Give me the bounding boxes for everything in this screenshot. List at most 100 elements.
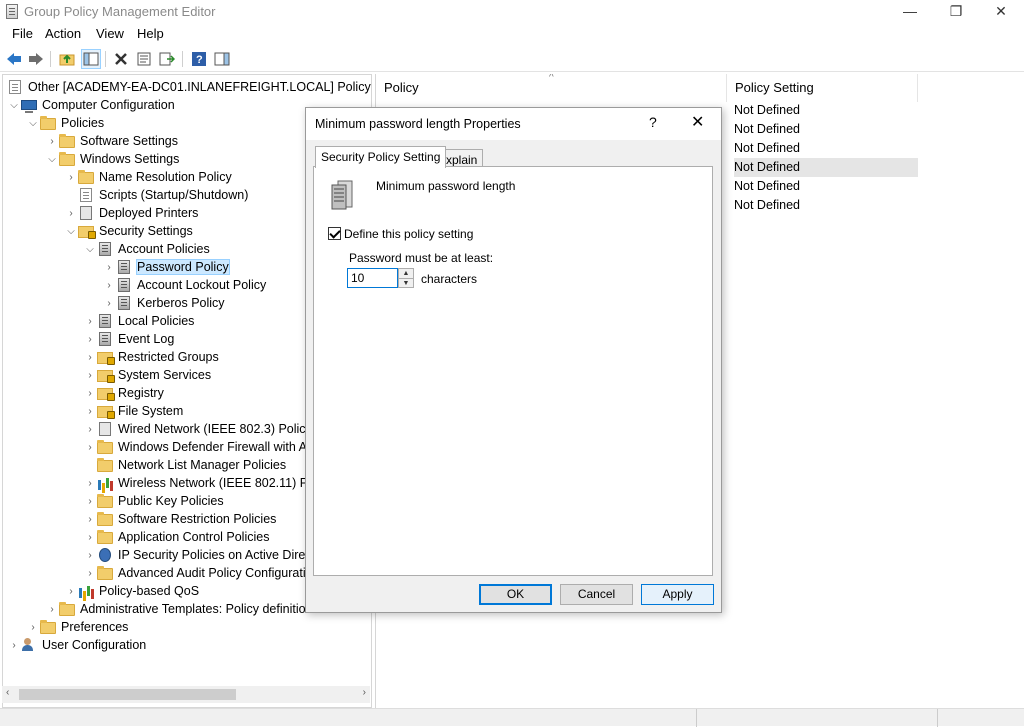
up-folder-icon[interactable] xyxy=(57,49,77,69)
chevron-right-icon[interactable]: › xyxy=(83,316,97,327)
tree-item-software-settings[interactable]: › Software Settings xyxy=(45,132,178,150)
tree-item-account-lockout-policy[interactable]: › Account Lockout Policy xyxy=(102,276,266,294)
tree-item-ip-security[interactable]: › IP Security Policies on Active Direct xyxy=(83,546,315,564)
chevron-right-icon[interactable]: › xyxy=(83,568,97,579)
properties-icon[interactable] xyxy=(134,49,154,69)
maximize-button[interactable]: ❐ xyxy=(933,0,979,24)
forward-icon[interactable] xyxy=(26,49,46,69)
tree-horizontal-scrollbar[interactable]: ‹ › xyxy=(2,686,370,703)
chevron-down-icon[interactable]: ⌵ xyxy=(64,226,78,237)
tree-item-security-settings[interactable]: ⌵ Security Settings xyxy=(64,222,193,240)
show-hide-tree-icon[interactable] xyxy=(81,49,101,69)
tree-item-advanced-audit[interactable]: › Advanced Audit Policy Configurati xyxy=(83,564,306,582)
scroll-right-icon[interactable]: › xyxy=(363,687,366,698)
tree-item-name-resolution-policy[interactable]: › Name Resolution Policy xyxy=(64,168,232,186)
list-item-setting[interactable]: Not Defined xyxy=(734,101,918,120)
password-length-input[interactable]: 10 xyxy=(347,268,398,288)
tree-item-policy-qos[interactable]: › Policy-based QoS xyxy=(64,582,199,600)
chevron-right-icon[interactable]: › xyxy=(83,550,97,561)
tree-item-account-policies[interactable]: ⌵ Account Policies xyxy=(83,240,210,258)
chevron-right-icon[interactable]: › xyxy=(83,424,97,435)
scrollbar-thumb[interactable] xyxy=(19,689,236,700)
chevron-right-icon[interactable]: › xyxy=(102,280,116,291)
dialog-close-button[interactable]: ✕ xyxy=(691,112,704,132)
chevron-right-icon[interactable]: › xyxy=(83,442,97,453)
spin-up-icon[interactable]: ▲ xyxy=(399,269,413,278)
password-length-stepper[interactable]: ▲ ▼ xyxy=(398,268,414,288)
menu-help[interactable]: Help xyxy=(137,26,164,41)
chevron-right-icon[interactable]: › xyxy=(83,370,97,381)
tree-item-password-policy[interactable]: › Password Policy xyxy=(102,258,230,276)
list-item-setting[interactable]: Not Defined xyxy=(734,177,918,196)
delete-icon[interactable] xyxy=(111,49,131,69)
tree-item-preferences[interactable]: › Preferences xyxy=(26,618,128,636)
menu-action[interactable]: Action xyxy=(45,26,81,41)
chevron-right-icon[interactable]: › xyxy=(26,622,40,633)
tree-item-computer-configuration[interactable]: ⌵ Computer Configuration xyxy=(7,96,175,114)
chevron-right-icon[interactable]: › xyxy=(64,208,78,219)
chevron-right-icon[interactable]: › xyxy=(102,298,116,309)
tree-item-application-control[interactable]: › Application Control Policies xyxy=(83,528,269,546)
tree-item-windows-defender-firewall[interactable]: › Windows Defender Firewall with Ad xyxy=(83,438,314,456)
spin-down-icon[interactable]: ▼ xyxy=(399,278,413,287)
chevron-right-icon[interactable]: › xyxy=(102,262,116,273)
show-action-pane-icon[interactable] xyxy=(212,49,232,69)
column-header-policy-setting[interactable]: Policy Setting xyxy=(727,74,918,102)
tree-item-public-key-policies[interactable]: › Public Key Policies xyxy=(83,492,224,510)
chevron-right-icon[interactable]: › xyxy=(83,478,97,489)
tree-item-software-restriction[interactable]: › Software Restriction Policies xyxy=(83,510,276,528)
tree-item-local-policies[interactable]: › Local Policies xyxy=(83,312,194,330)
menu-file[interactable]: File xyxy=(12,26,33,41)
tree-item-restricted-groups[interactable]: › Restricted Groups xyxy=(83,348,219,366)
chevron-right-icon[interactable]: › xyxy=(83,514,97,525)
tree-item-network-list-manager[interactable]: Network List Manager Policies xyxy=(83,456,286,474)
ok-button[interactable]: OK xyxy=(479,584,552,605)
menu-view[interactable]: View xyxy=(96,26,124,41)
list-item-setting[interactable]: Not Defined xyxy=(734,196,918,215)
tree-item-wireless-network[interactable]: › Wireless Network (IEEE 802.11) Poli xyxy=(83,474,321,492)
list-item-setting[interactable]: Not Defined xyxy=(734,139,918,158)
folder-icon xyxy=(97,494,113,508)
chevron-right-icon[interactable]: › xyxy=(83,406,97,417)
tree-item-admin-templates[interactable]: › Administrative Templates: Policy defin… xyxy=(45,600,313,618)
scroll-left-icon[interactable]: ‹ xyxy=(6,687,9,698)
back-icon[interactable] xyxy=(4,49,24,69)
chevron-down-icon[interactable]: ⌵ xyxy=(45,154,59,165)
tree-item-kerberos-policy[interactable]: › Kerberos Policy xyxy=(102,294,225,312)
chevron-right-icon[interactable]: › xyxy=(7,640,21,651)
tree-item-windows-settings[interactable]: ⌵ Windows Settings xyxy=(45,150,179,168)
list-item-setting[interactable]: Not Defined xyxy=(734,120,918,139)
tab-security-policy-setting[interactable]: Security Policy Setting xyxy=(315,146,447,168)
chevron-right-icon[interactable]: › xyxy=(45,604,59,615)
chevron-right-icon[interactable]: › xyxy=(83,532,97,543)
cancel-button[interactable]: Cancel xyxy=(560,584,633,605)
tree-item-user-configuration[interactable]: › User Configuration xyxy=(7,636,146,654)
export-list-icon[interactable] xyxy=(157,49,177,69)
chevron-right-icon[interactable]: › xyxy=(83,334,97,345)
tree-item-registry[interactable]: › Registry xyxy=(83,384,164,402)
tree-item-root[interactable]: Other [ACADEMY-EA-DC01.INLANEFREIGHT.LOC… xyxy=(7,78,371,96)
tree-item-deployed-printers[interactable]: › Deployed Printers xyxy=(64,204,198,222)
define-policy-checkbox[interactable] xyxy=(328,227,341,240)
tree-item-scripts[interactable]: Scripts (Startup/Shutdown) xyxy=(64,186,248,204)
chevron-right-icon[interactable]: › xyxy=(64,172,78,183)
chevron-right-icon[interactable]: › xyxy=(45,136,59,147)
chevron-right-icon[interactable]: › xyxy=(64,586,78,597)
minimize-button[interactable]: — xyxy=(887,0,933,24)
chevron-right-icon[interactable]: › xyxy=(83,496,97,507)
dialog-help-button[interactable]: ? xyxy=(649,114,657,130)
tree-item-file-system[interactable]: › File System xyxy=(83,402,183,420)
chevron-down-icon[interactable]: ⌵ xyxy=(7,100,21,111)
chevron-down-icon[interactable]: ⌵ xyxy=(26,118,40,129)
help-icon[interactable]: ? xyxy=(189,49,209,69)
tree-item-wired-network[interactable]: › Wired Network (IEEE 802.3) Policies xyxy=(83,420,322,438)
chevron-right-icon[interactable]: › xyxy=(83,388,97,399)
list-item-setting[interactable]: Not Defined xyxy=(734,158,918,177)
chevron-down-icon[interactable]: ⌵ xyxy=(83,244,97,255)
chevron-right-icon[interactable]: › xyxy=(83,352,97,363)
close-button[interactable]: ✕ xyxy=(978,0,1024,24)
tree-item-event-log[interactable]: › Event Log xyxy=(83,330,174,348)
tree-item-system-services[interactable]: › System Services xyxy=(83,366,211,384)
apply-button[interactable]: Apply xyxy=(641,584,714,605)
tree-item-policies[interactable]: ⌵ Policies xyxy=(26,114,104,132)
